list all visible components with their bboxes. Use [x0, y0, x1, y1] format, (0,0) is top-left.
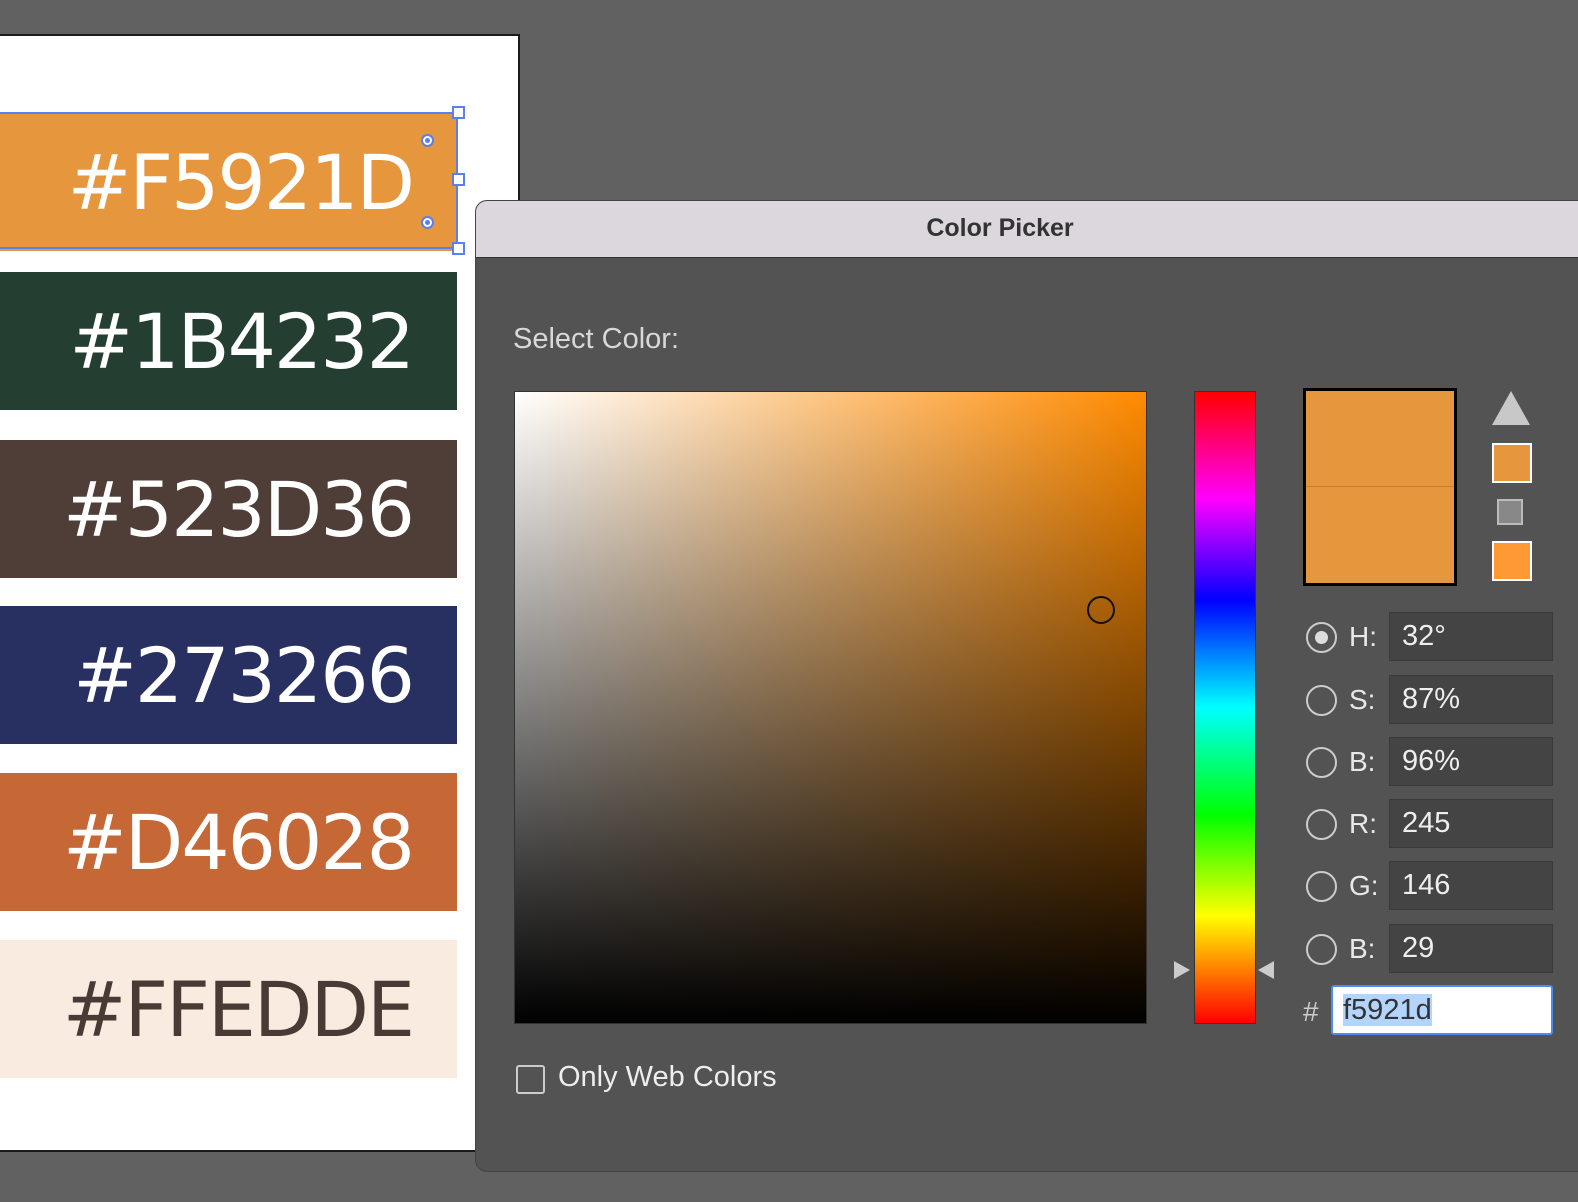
web-safe-swatch[interactable]: [1492, 541, 1532, 581]
field-input[interactable]: 87%: [1389, 675, 1553, 724]
color-swatch[interactable]: #D46028: [0, 773, 457, 911]
selection-box[interactable]: [0, 112, 458, 249]
color-picker-cursor[interactable]: [1087, 596, 1115, 624]
corner-radius-handle[interactable]: [421, 134, 434, 147]
field-radio[interactable]: [1306, 746, 1337, 778]
field-label: B:: [1349, 933, 1376, 964]
resize-handle[interactable]: [452, 106, 465, 119]
hue-slider-right-arrow[interactable]: [1258, 961, 1274, 979]
field-radio[interactable]: [1306, 808, 1337, 840]
color-swatch[interactable]: #273266: [0, 606, 457, 744]
corner-radius-handle[interactable]: [421, 216, 434, 229]
field-radio[interactable]: [1306, 684, 1337, 716]
only-web-colors-checkbox[interactable]: [516, 1065, 545, 1094]
color-preview: [1303, 388, 1457, 586]
field-input[interactable]: 245: [1389, 799, 1553, 848]
field-input[interactable]: 146: [1389, 861, 1553, 910]
resize-handle[interactable]: [452, 173, 465, 186]
hue-slider-left-arrow[interactable]: [1174, 961, 1190, 979]
field-label: G:: [1349, 870, 1379, 901]
field-row: G:: [1306, 861, 1389, 911]
new-color-preview: [1306, 391, 1454, 487]
field-label: H:: [1349, 621, 1377, 652]
warning-icon: [1492, 391, 1530, 425]
field-row: S:: [1306, 675, 1389, 725]
field-row: B:: [1306, 924, 1389, 974]
field-input[interactable]: 32°: [1389, 612, 1553, 661]
hex-prefix: #: [1303, 996, 1319, 1027]
field-row: B:: [1306, 737, 1389, 787]
field-input[interactable]: 96%: [1389, 737, 1553, 786]
hex-input[interactable]: f5921d: [1331, 985, 1553, 1035]
only-web-colors-label[interactable]: Only Web Colors: [558, 1061, 777, 1094]
dialog-title: Color Picker: [476, 201, 1578, 258]
color-swatch[interactable]: #1B4232: [0, 272, 457, 410]
resize-handle[interactable]: [452, 242, 465, 255]
out-of-gamut-swatch[interactable]: [1492, 443, 1532, 483]
hex-value: f5921d: [1343, 994, 1432, 1026]
field-label: S:: [1349, 684, 1376, 715]
field-row: H:: [1306, 612, 1389, 662]
cube-icon: [1497, 499, 1523, 525]
color-swatch[interactable]: #523D36: [0, 440, 457, 578]
select-color-label: Select Color:: [513, 323, 680, 355]
field-label: R:: [1349, 808, 1377, 839]
field-radio[interactable]: [1306, 621, 1337, 653]
color-swatch[interactable]: #FFEDDE: [0, 940, 457, 1078]
field-label: B:: [1349, 746, 1376, 777]
hue-slider[interactable]: [1194, 391, 1256, 1024]
field-radio[interactable]: [1306, 933, 1337, 965]
field-radio[interactable]: [1306, 870, 1337, 902]
field-row: R:: [1306, 799, 1389, 849]
field-input[interactable]: 29: [1389, 924, 1553, 973]
color-picker-dialog: Color Picker Select Color: H: 32° S: 87% B: 9…: [475, 200, 1578, 1172]
color-field[interactable]: [514, 391, 1147, 1024]
